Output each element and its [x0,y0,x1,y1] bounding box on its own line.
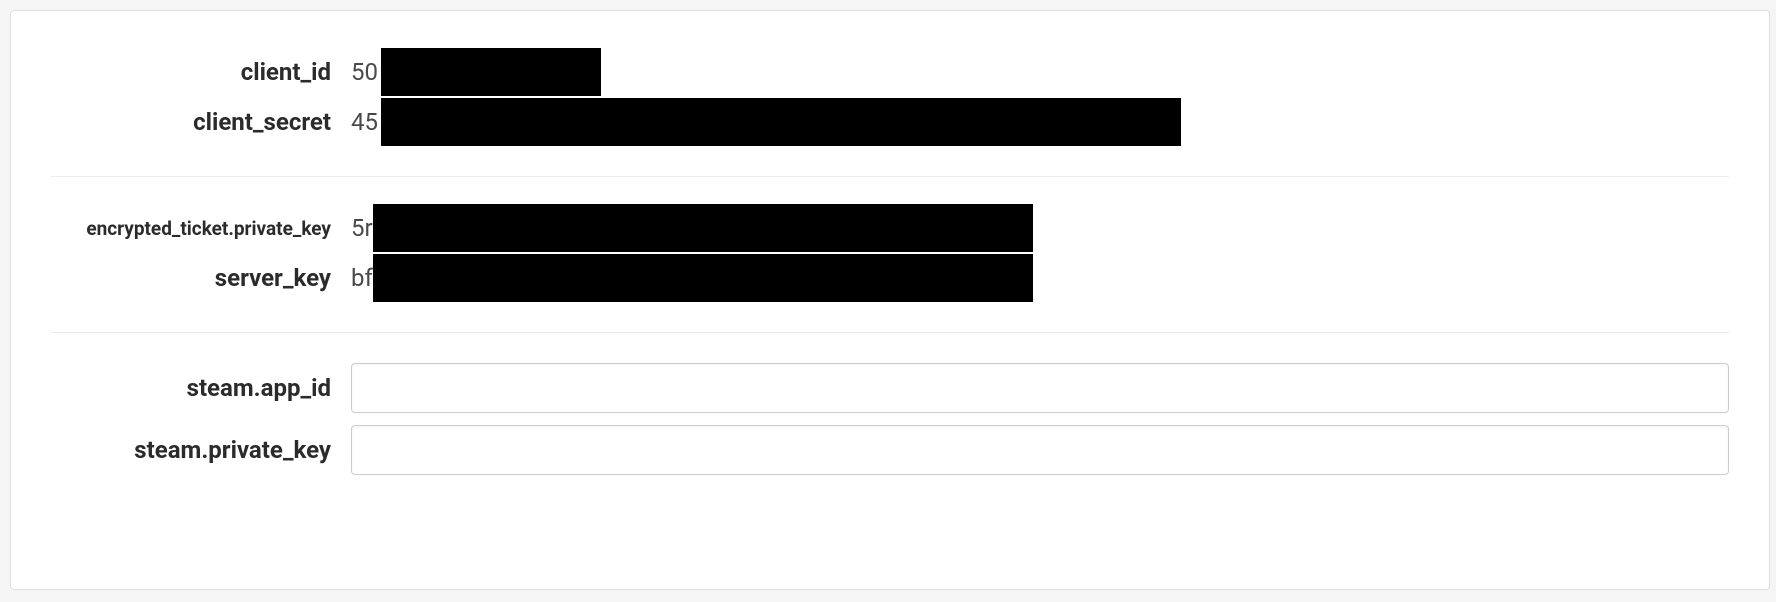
server-key-row: server_key bfc 2ae1202ee81f28cdf29 [51,257,1729,299]
encrypted-ticket-label: encrypted_ticket.private_key [51,217,351,240]
redaction-block [381,98,1181,146]
steam-app-id-label: steam.app_id [51,374,351,402]
client-credentials-section: client_id 50 45 client_secret 45 [51,41,1729,176]
steam-private-key-label: steam.private_key [51,436,351,464]
server-key-label: server_key [51,264,351,292]
client-secret-value: 45 99f [351,108,419,136]
redaction-block [373,204,1033,252]
client-id-value: 50 45 [351,58,411,86]
client-secret-label: client_secret [51,108,351,136]
ticket-keys-section: encrypted_ticket.private_key 5r EA serve… [51,176,1729,332]
client-secret-row: client_secret 45 99f [51,101,1729,143]
redaction-block [373,254,1033,302]
steam-app-id-input[interactable] [351,363,1729,413]
steam-app-id-row: steam.app_id [51,363,1729,413]
redaction-block [381,48,601,96]
client-id-label: client_id [51,58,351,86]
client-id-row: client_id 50 45 [51,51,1729,93]
steam-private-key-row: steam.private_key [51,425,1729,475]
encrypted-ticket-value: 5r EA [351,214,408,242]
steam-section: steam.app_id steam.private_key [51,332,1729,512]
encrypted-ticket-row: encrypted_ticket.private_key 5r EA [51,207,1729,249]
settings-panel: client_id 50 45 client_secret 45 [10,10,1770,590]
steam-private-key-input[interactable] [351,425,1729,475]
server-key-value: bfc 2ae1202ee81f28cdf29 [351,264,633,292]
